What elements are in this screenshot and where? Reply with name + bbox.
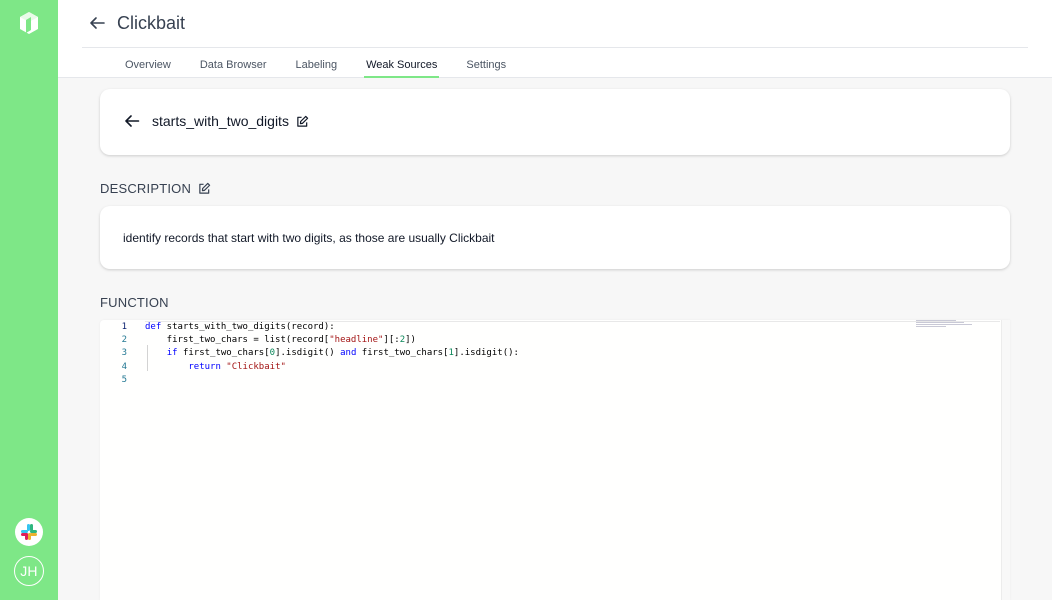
description-label: DESCRIPTION <box>100 181 192 196</box>
code-text: return "Clickbait" <box>188 361 286 372</box>
header-divider <box>82 47 1028 48</box>
code-line: 2 first_two_chars = list(record["headlin… <box>100 333 519 346</box>
function-label: FUNCTION <box>100 295 169 310</box>
back-arrow-icon[interactable] <box>124 113 140 129</box>
avatar[interactable]: JH <box>14 556 44 586</box>
line-number: 1 <box>121 321 127 332</box>
code-text: first_two_chars = list(record["headline"… <box>145 334 416 345</box>
function-heading: FUNCTION <box>100 295 169 310</box>
code-text: def starts_with_two_digits(record): <box>145 321 335 332</box>
line-number: 3 <box>121 348 127 359</box>
tab-bar: Overview Data Browser Labeling Weak Sour… <box>125 52 535 78</box>
editor-scrollbar[interactable] <box>1001 320 1010 600</box>
edit-icon[interactable] <box>198 182 211 195</box>
sidebar: JH <box>0 0 58 600</box>
slack-logo-icon <box>21 524 37 540</box>
code-editor[interactable]: 1 def starts_with_two_digits(record): 2 … <box>100 320 1010 600</box>
code-line: 5 <box>100 373 519 386</box>
code-text: if first_two_chars[0].isdigit() and firs… <box>166 348 519 359</box>
weak-source-header-card: starts_with_two_digits <box>100 89 1010 155</box>
description-heading: DESCRIPTION <box>100 181 211 196</box>
page-title: Clickbait <box>117 12 186 33</box>
description-card: identify records that start with two dig… <box>100 206 1010 269</box>
header: Clickbait Overview Data Browser Labeling… <box>58 0 1052 78</box>
tab-weak-sources[interactable]: Weak Sources <box>364 52 440 78</box>
tab-data-browser[interactable]: Data Browser <box>200 52 267 78</box>
line-number: 2 <box>121 334 127 345</box>
logo-icon[interactable] <box>19 11 39 35</box>
line-number: 5 <box>121 374 127 385</box>
slack-icon[interactable] <box>15 518 43 546</box>
title-row: Clickbait <box>88 10 185 36</box>
editor-minimap[interactable] <box>916 320 976 327</box>
weak-source-name-row: starts_with_two_digits <box>124 113 309 129</box>
code-line: 4 return "Clickbait" <box>100 360 519 373</box>
tab-settings[interactable]: Settings <box>466 52 506 78</box>
line-number: 4 <box>121 361 127 372</box>
code-line: 1 def starts_with_two_digits(record): <box>100 320 519 333</box>
back-arrow-icon[interactable] <box>88 14 106 32</box>
edit-icon[interactable] <box>296 115 309 128</box>
tab-overview[interactable]: Overview <box>125 52 171 78</box>
weak-source-name: starts_with_two_digits <box>152 113 289 129</box>
description-text[interactable]: identify records that start with two dig… <box>123 231 495 245</box>
tab-labeling[interactable]: Labeling <box>295 52 337 78</box>
indent-guide <box>147 345 148 371</box>
code-lines: 1 def starts_with_two_digits(record): 2 … <box>100 320 519 386</box>
code-line: 3 if first_two_chars[0].isdigit() and fi… <box>100 347 519 360</box>
